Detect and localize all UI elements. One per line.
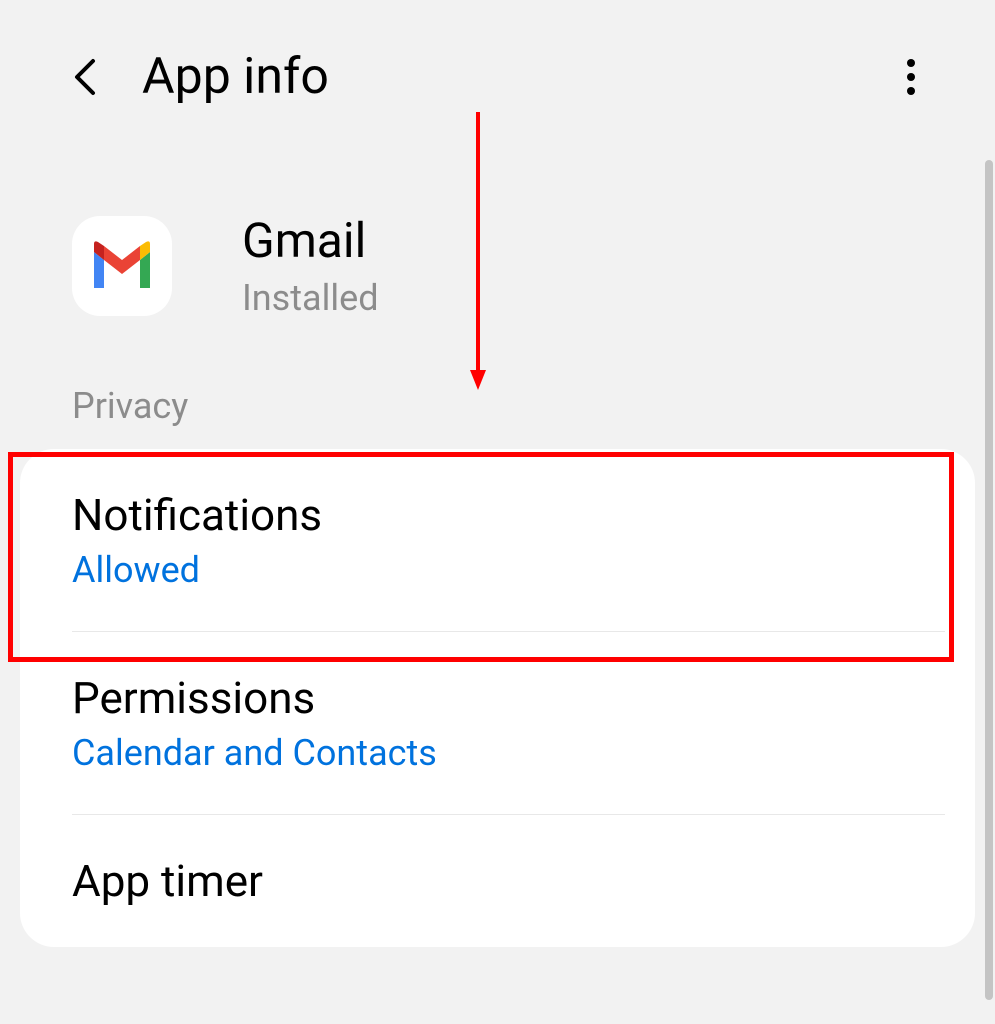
app-timer-title: App timer <box>72 855 945 907</box>
notifications-subtitle: Allowed <box>72 549 945 591</box>
page-title: App info <box>142 48 329 106</box>
header-bar: App info <box>0 0 995 136</box>
app-timer-item[interactable]: App timer <box>20 815 975 947</box>
permissions-item[interactable]: Permissions Calendar and Contacts <box>20 632 975 814</box>
app-name: Gmail <box>242 212 379 269</box>
app-status: Installed <box>242 277 379 319</box>
app-text-block: Gmail Installed <box>242 212 379 319</box>
app-summary: Gmail Installed <box>0 136 995 359</box>
more-options-icon[interactable] <box>891 57 931 97</box>
notifications-item[interactable]: Notifications Allowed <box>20 449 975 631</box>
permissions-title: Permissions <box>72 672 945 724</box>
gmail-icon <box>72 216 172 316</box>
back-icon[interactable] <box>68 59 104 95</box>
privacy-card: Notifications Allowed Permissions Calend… <box>20 449 975 947</box>
scrollbar[interactable] <box>985 160 993 1000</box>
notifications-title: Notifications <box>72 489 945 541</box>
permissions-subtitle: Calendar and Contacts <box>72 732 945 774</box>
privacy-section-label: Privacy <box>0 359 995 443</box>
